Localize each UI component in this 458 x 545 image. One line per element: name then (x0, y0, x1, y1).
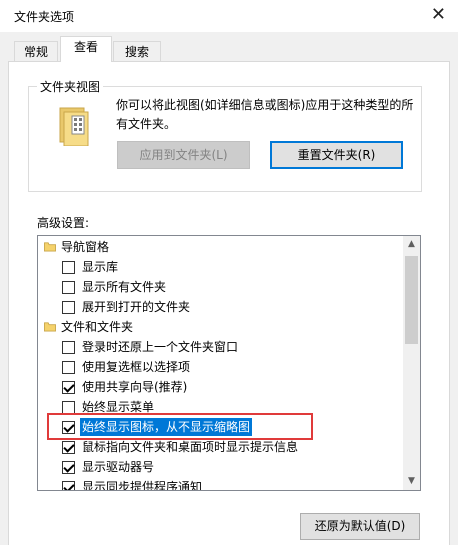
apply-to-folders-button[interactable]: 应用到文件夹(L) (117, 141, 250, 169)
folder-icon (44, 322, 56, 332)
advanced-settings-label: 高级设置: (37, 216, 90, 230)
list-item[interactable]: 显示所有文件夹 (38, 277, 402, 297)
scroll-down-icon[interactable]: ▼ (403, 473, 420, 490)
checkbox-checked[interactable] (62, 481, 75, 490)
title-bar: 文件夹选项 ✕ (0, 0, 458, 32)
window-title: 文件夹选项 (14, 10, 75, 24)
list-item-label: 鼠标指向文件夹和桌面项时显示提示信息 (82, 440, 299, 454)
list-item[interactable]: 使用复选框以选择项 (38, 357, 402, 377)
list-item[interactable]: 显示同步提供程序通知 (38, 477, 402, 491)
checkbox[interactable] (62, 341, 75, 354)
list-item-label: 导航窗格 (61, 240, 110, 254)
tab-search[interactable]: 搜索 (113, 41, 161, 63)
checkbox[interactable] (62, 301, 75, 314)
checkbox-checked[interactable] (62, 441, 75, 454)
checkbox-checked[interactable] (62, 461, 75, 474)
scroll-up-icon[interactable]: ▲ (403, 236, 420, 253)
folder-view-description: 你可以将此视图(如详细信息或图标)应用于这种类型的所有文件夹。 (116, 98, 414, 131)
list-item-label: 文件和文件夹 (61, 320, 134, 334)
list-item-label: 登录时还原上一个文件夹窗口 (82, 340, 239, 354)
scroll-thumb[interactable] (405, 256, 418, 344)
list-item[interactable]: 鼠标指向文件夹和桌面项时显示提示信息 (38, 437, 402, 457)
list-item[interactable]: 展开到打开的文件夹 (38, 297, 402, 317)
list-item-label: 使用共享向导(推荐) (82, 380, 188, 394)
list-item: 导航窗格 (38, 237, 402, 257)
vertical-scrollbar[interactable]: ▲ ▼ (403, 236, 420, 490)
list-item-label: 始终显示菜单 (82, 400, 155, 414)
list-item[interactable]: 显示库 (38, 257, 402, 277)
list-item[interactable]: 显示驱动器号 (38, 457, 402, 477)
list-item-label: 显示库 (82, 260, 119, 274)
list-item-label: 展开到打开的文件夹 (82, 300, 191, 314)
tab-general[interactable]: 常规 (14, 41, 58, 63)
checkbox[interactable] (62, 261, 75, 274)
checkbox-checked[interactable] (62, 421, 75, 434)
restore-defaults-button[interactable]: 还原为默认值(D) (300, 513, 420, 540)
checkbox[interactable] (62, 281, 75, 294)
checkbox[interactable] (62, 401, 75, 414)
list-item-label: 显示所有文件夹 (82, 280, 167, 294)
list-item-label: 使用复选框以选择项 (82, 360, 191, 374)
list-item-selected[interactable]: 始终显示图标，从不显示缩略图 (38, 417, 402, 437)
checkbox-checked[interactable] (62, 381, 75, 394)
navigation-pane-icon (44, 242, 56, 252)
list-item-label: 显示驱动器号 (82, 460, 155, 474)
folder-view-icon (59, 107, 89, 146)
list-item[interactable]: 始终显示菜单 (38, 397, 402, 417)
list-item-label: 显示同步提供程序通知 (82, 480, 203, 491)
list-item[interactable]: 使用共享向导(推荐) (38, 377, 402, 397)
reset-folders-button[interactable]: 重置文件夹(R) (270, 141, 403, 169)
list-item: 文件和文件夹 (38, 317, 402, 337)
advanced-settings-list[interactable]: 导航窗格 显示库 显示所有文件夹 展开到打开的文件夹 文件和文件夹 登录时还原上… (37, 235, 421, 491)
list-item[interactable]: 登录时还原上一个文件夹窗口 (38, 337, 402, 357)
tab-view[interactable]: 查看 (60, 36, 112, 62)
checkbox[interactable] (62, 361, 75, 374)
close-icon[interactable]: ✕ (431, 4, 446, 25)
folder-view-legend: 文件夹视图 (37, 78, 104, 95)
list-item-label: 始终显示图标，从不显示缩略图 (80, 418, 253, 436)
